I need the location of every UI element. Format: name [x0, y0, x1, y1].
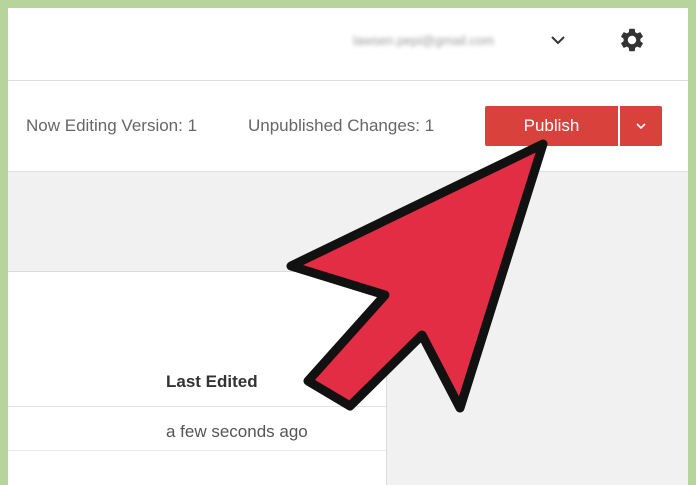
- editing-version-label: Now Editing Version: 1: [26, 116, 198, 135]
- gear-icon[interactable]: [618, 26, 646, 54]
- publish-toolbar: Now Editing Version: 1 Unpublished Chang…: [8, 81, 688, 172]
- column-header-last-edited: Last Edited: [166, 372, 258, 391]
- versions-table: Last Edited a few seconds ago: [8, 271, 387, 485]
- chevron-down-icon: [636, 123, 646, 130]
- last-edited-cell: a few seconds ago: [166, 422, 308, 441]
- unpublished-changes-label: Unpublished Changes: 1: [248, 116, 435, 135]
- row-divider: [8, 450, 386, 451]
- header-divider: [8, 406, 386, 407]
- publish-button[interactable]: Publish: [485, 106, 618, 146]
- publish-options-button[interactable]: [620, 106, 662, 146]
- image-frame: lawsen.pepi@gmail.com Now Editing Versio…: [0, 0, 696, 485]
- account-email[interactable]: lawsen.pepi@gmail.com: [353, 30, 543, 52]
- app-window: lawsen.pepi@gmail.com Now Editing Versio…: [8, 8, 688, 485]
- top-bar: lawsen.pepi@gmail.com: [8, 8, 688, 81]
- chevron-down-icon[interactable]: [548, 30, 568, 50]
